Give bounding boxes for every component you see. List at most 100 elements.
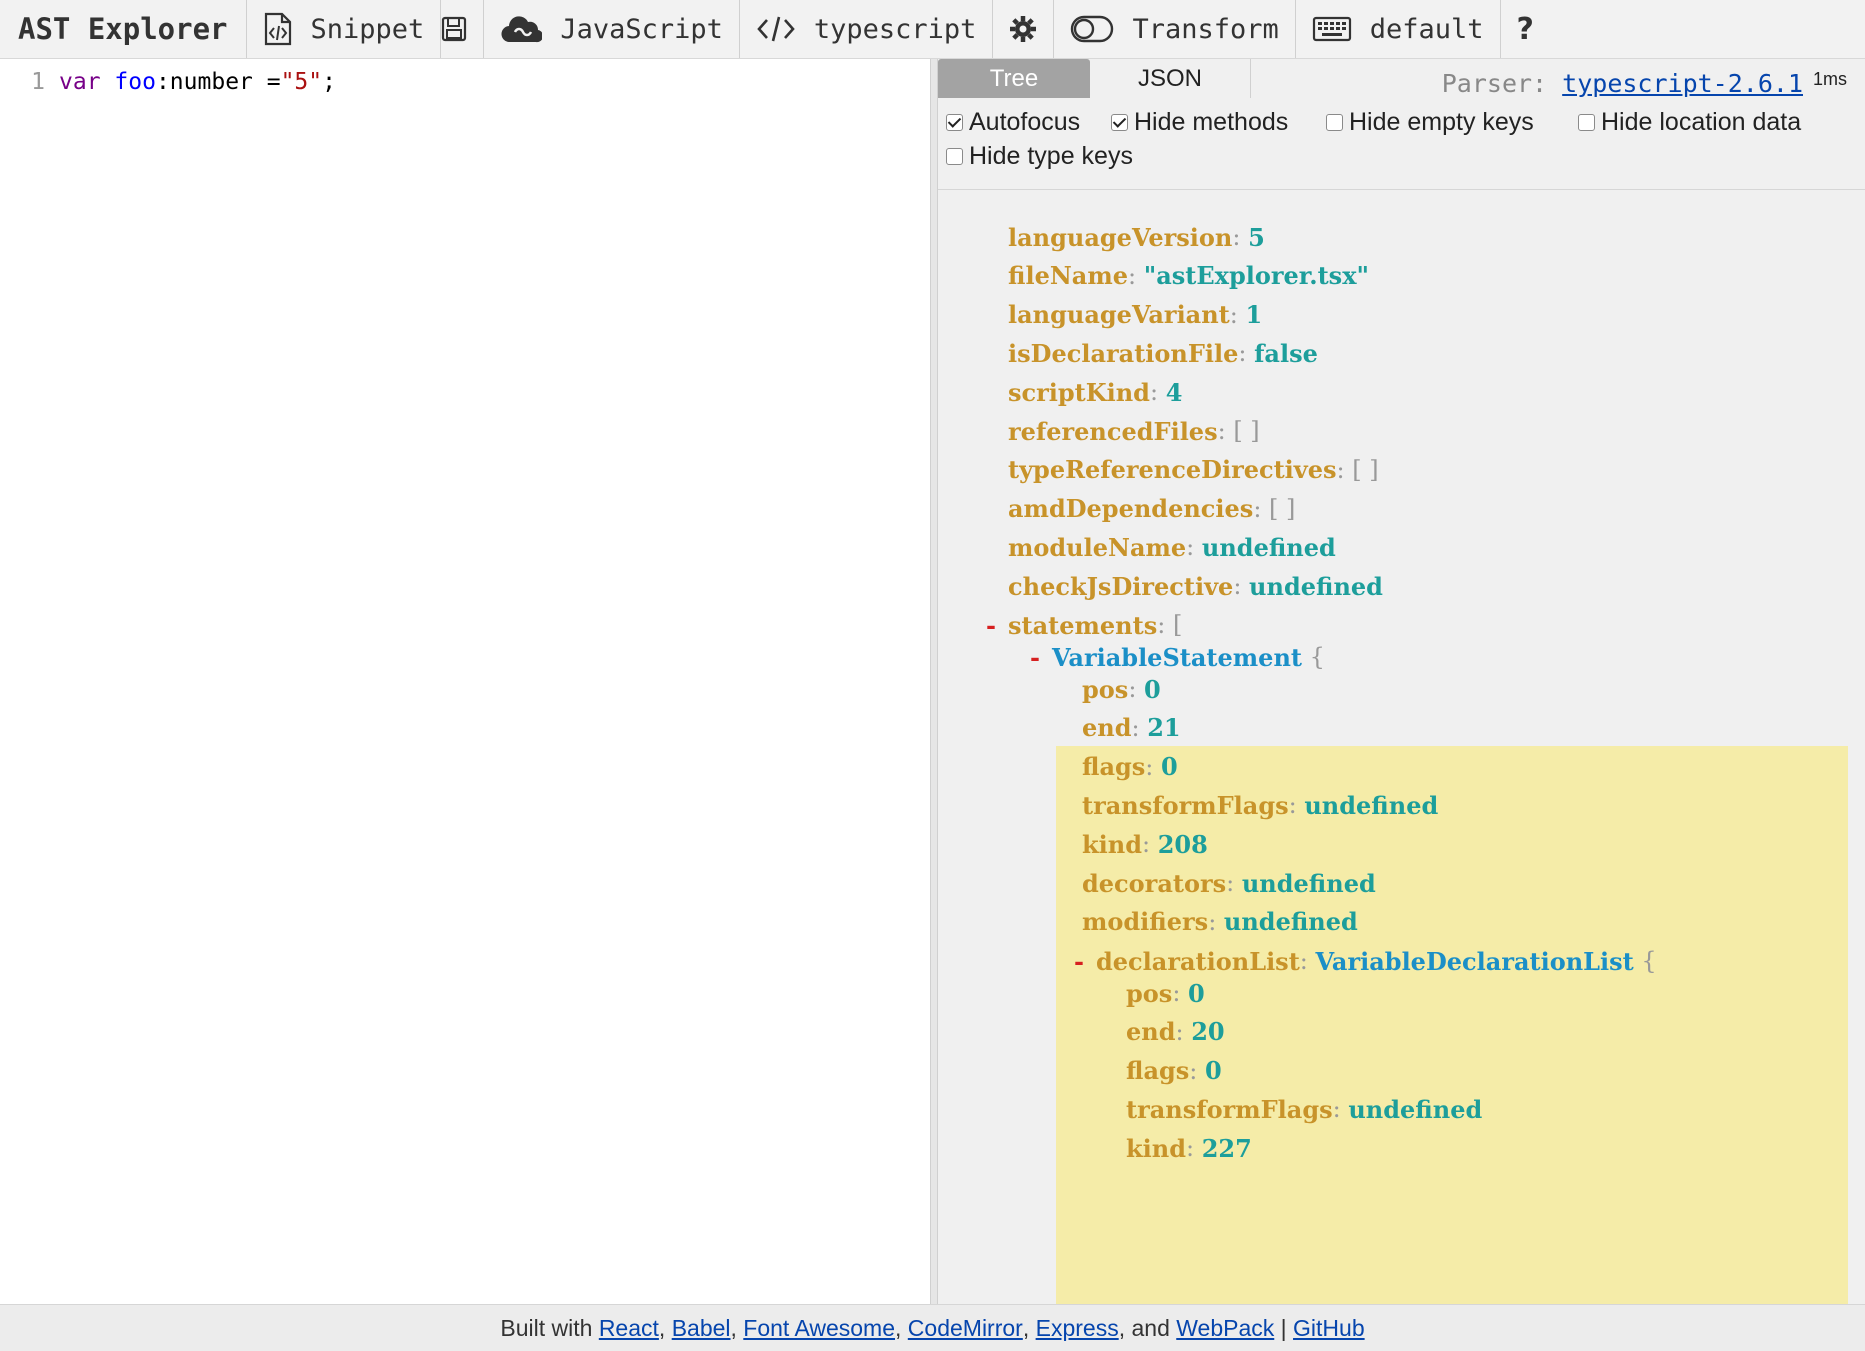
tree-row[interactable]: checkJsDirective: undefined (1008, 569, 1383, 603)
tree-row[interactable]: end: 21 (1082, 711, 1181, 745)
line-number: 1 (31, 69, 45, 95)
tab-tree[interactable]: Tree (938, 59, 1090, 98)
save-button[interactable] (441, 0, 485, 58)
pane-splitter[interactable] (930, 59, 938, 1304)
tree-key: moduleName (1008, 532, 1187, 562)
tab-json[interactable]: JSON (1090, 59, 1251, 98)
footer: Built with React, Babel, Font Awesome, C… (0, 1304, 1865, 1351)
tree-value: undefined (1201, 532, 1336, 562)
tree-key: pos (1082, 674, 1129, 704)
output-panel: Tree JSON Parser: typescript-2.6.1 1ms A… (938, 59, 1865, 1304)
tree-row[interactable]: end: 20 (1126, 1015, 1225, 1049)
keymap-select[interactable]: default (1296, 0, 1501, 58)
option-autofocus[interactable]: Autofocus (946, 107, 1080, 137)
tree-brace: { (1309, 643, 1325, 671)
collapse-toggle[interactable]: - (1030, 643, 1040, 672)
tree-row[interactable]: decorators: undefined (1082, 866, 1376, 900)
tree-row[interactable]: typeReferenceDirectives: [ ] (1008, 453, 1379, 487)
footer-link-webpack[interactable]: WebPack (1176, 1315, 1274, 1342)
keymap-label: default (1369, 13, 1484, 45)
tree-row[interactable]: flags: 0 (1082, 750, 1178, 784)
hide-empty-keys-checkbox[interactable] (1326, 113, 1343, 131)
collapse-toggle[interactable]: - (1074, 947, 1084, 976)
tree-value: 5 (1248, 222, 1265, 252)
tree-value: [ ] (1352, 455, 1379, 484)
tree-row[interactable]: pos: 0 (1126, 976, 1205, 1010)
tree-key: pos (1126, 978, 1173, 1008)
tree-key: languageVariant (1008, 300, 1230, 330)
tree-key: referencedFiles (1008, 416, 1218, 446)
tree-row[interactable]: fileName: "astExplorer.tsx" (1008, 259, 1369, 293)
autofocus-checkbox[interactable] (946, 113, 963, 131)
code-icon (756, 14, 796, 44)
option-hide-methods[interactable]: Hide methods (1111, 107, 1288, 137)
tree-row[interactable]: kind: 227 (1126, 1131, 1252, 1165)
tree-row[interactable]: referencedFiles: [ ] (1008, 414, 1260, 448)
tree-row[interactable]: kind: 208 (1082, 827, 1208, 861)
output-tabs: Tree JSON Parser: typescript-2.6.1 1ms (938, 59, 1865, 99)
tree-value: "astExplorer.tsx" (1143, 261, 1369, 291)
tree-value: undefined (1249, 571, 1383, 601)
tree-row[interactable]: languageVariant: 1 (1008, 298, 1262, 332)
snippet-label: Snippet (310, 13, 425, 45)
snippet-button[interactable]: Snippet (247, 0, 442, 58)
tree-key: modifiers (1082, 907, 1209, 937)
language-select[interactable]: JavaScript (484, 0, 740, 58)
parser-select[interactable]: typescript (740, 0, 994, 58)
hide-location-data-checkbox[interactable] (1578, 113, 1595, 131)
option-hide-type-keys[interactable]: Hide type keys (946, 141, 1133, 171)
tree-key: end (1126, 1017, 1176, 1047)
tree-row[interactable]: transformFlags: undefined (1082, 788, 1438, 822)
tree-row[interactable]: moduleName: undefined (1008, 530, 1336, 564)
parse-time: 1ms (1812, 69, 1847, 89)
tree-value: undefined (1304, 790, 1439, 820)
tree-value: 20 (1191, 1017, 1225, 1047)
tree-key: transformFlags (1082, 790, 1289, 820)
tree-row[interactable]: amdDependencies: [ ] (1008, 492, 1295, 526)
footer-link-github[interactable]: GitHub (1293, 1315, 1365, 1342)
tree-row[interactable]: modifiers: undefined (1082, 905, 1358, 939)
tree-row[interactable]: transformFlags: undefined (1126, 1092, 1482, 1126)
tree-value: false (1254, 338, 1318, 368)
hide-methods-label: Hide methods (1134, 107, 1289, 136)
tree-value: 227 (1201, 1133, 1252, 1163)
footer-link-react[interactable]: React (599, 1315, 659, 1342)
hide-methods-checkbox[interactable] (1111, 113, 1128, 131)
help-button[interactable]: ? (1501, 0, 1550, 58)
tree-value: 21 (1147, 713, 1181, 743)
parser-settings-button[interactable] (993, 0, 1055, 58)
tree-row[interactable]: scriptKind: 4 (1008, 375, 1182, 409)
tree-value: 4 (1165, 377, 1183, 407)
transform-toggle[interactable]: Transform (1054, 0, 1296, 58)
tree-row[interactable]: flags: 0 (1126, 1054, 1222, 1088)
tree-node-variable-statement[interactable]: - VariableStatement { (1030, 640, 1325, 674)
footer-link-babel[interactable]: Babel (672, 1315, 731, 1342)
parser-link[interactable]: typescript-2.6.1 (1562, 69, 1803, 98)
footer-link-font-awesome[interactable]: Font Awesome (743, 1315, 895, 1342)
footer-and: and (1131, 1314, 1170, 1341)
tree-value: 0 (1144, 674, 1161, 704)
tree-node-statements[interactable]: - statements: [ (986, 608, 1182, 642)
tree-node-declaration-list[interactable]: - declarationList: VariableDeclarationLi… (1074, 944, 1657, 978)
footer-link-codemirror[interactable]: CodeMirror (908, 1315, 1023, 1342)
language-label: JavaScript (560, 13, 723, 45)
option-hide-empty-keys[interactable]: Hide empty keys (1326, 107, 1534, 137)
tree-row[interactable]: isDeclarationFile: false (1008, 336, 1318, 370)
tree-brace: { (1641, 947, 1657, 975)
tree-row[interactable]: languageVersion: 5 (1008, 220, 1265, 254)
hide-type-keys-checkbox[interactable] (946, 147, 963, 165)
code-editor[interactable]: 1 var foo:number = "5"; (0, 59, 930, 1304)
collapse-toggle[interactable]: - (986, 611, 996, 640)
tree-key: transformFlags (1126, 1094, 1333, 1124)
footer-link-express[interactable]: Express (1036, 1315, 1119, 1342)
tree-key: decorators (1082, 868, 1227, 898)
tree-row[interactable]: pos: 0 (1082, 672, 1161, 706)
tree-value: undefined (1241, 868, 1376, 898)
hide-location-data-label: Hide location data (1601, 107, 1802, 136)
tree-value: [ ] (1233, 417, 1260, 445)
tree-key: kind (1082, 829, 1142, 859)
editor-line[interactable]: 1 var foo:number = "5"; (0, 67, 336, 97)
option-hide-location-data[interactable]: Hide location data (1578, 107, 1801, 137)
tree-value: 0 (1188, 978, 1205, 1008)
app-title: AST Explorer (0, 0, 247, 58)
